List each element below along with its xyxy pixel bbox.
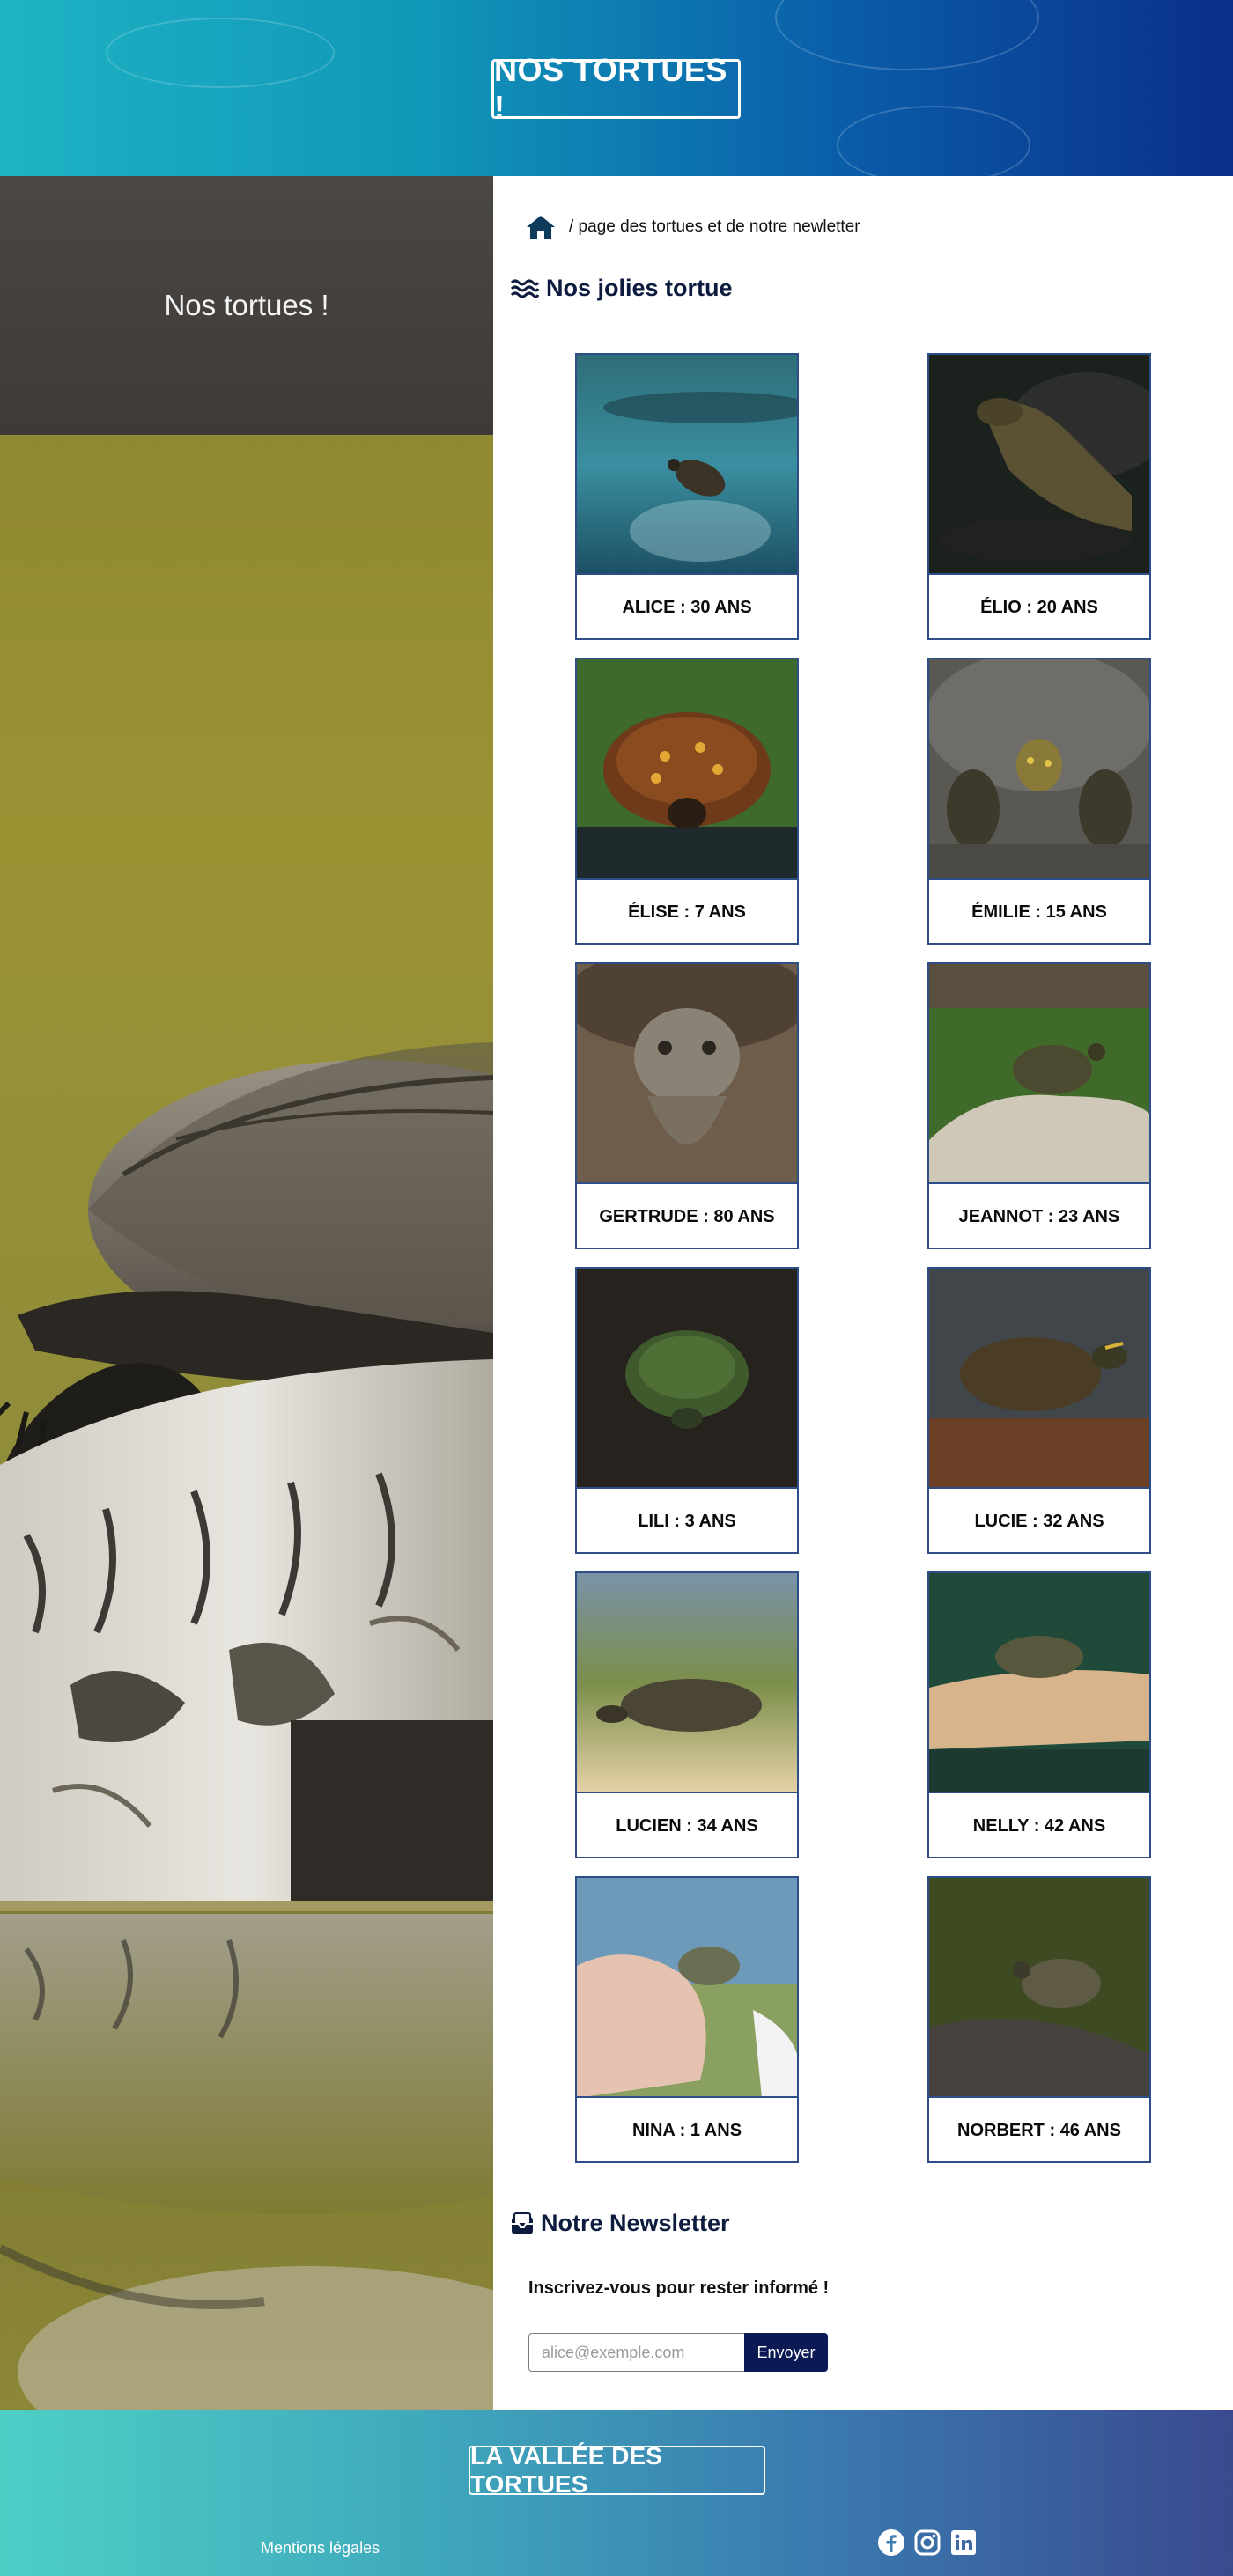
linkedin-icon[interactable] bbox=[949, 2528, 978, 2557]
turtle-photo bbox=[929, 1573, 1149, 1793]
turtle-card-label: JEANNOT : 23 ANS bbox=[958, 1206, 1120, 1226]
newsletter-form: Envoyer bbox=[528, 2333, 828, 2372]
turtle-card-jeannot[interactable]: JEANNOT : 23 ANS bbox=[927, 962, 1151, 1249]
site-title: NOS TORTUES ! bbox=[491, 52, 741, 125]
turtles-section-title: Nos jolies tortue bbox=[511, 275, 733, 302]
turtle-on-log-illustration bbox=[0, 1042, 493, 2410]
facebook-icon[interactable] bbox=[877, 2528, 905, 2557]
turtle-photo bbox=[577, 1878, 797, 2098]
turtle-photo bbox=[929, 659, 1149, 880]
water-ripple bbox=[837, 106, 1030, 176]
turtle-card-label: NINA : 1 ANS bbox=[631, 2120, 742, 2140]
turtle-card-label: NORBERT : 46 ANS bbox=[957, 2120, 1121, 2140]
breadcrumb-text: / page des tortues et de notre newletter bbox=[569, 217, 860, 236]
turtle-card-lili[interactable]: LILI : 3 ANS bbox=[575, 1267, 799, 1554]
footer-title: LA VALLÉE DES TORTUES bbox=[469, 2442, 765, 2498]
turtle-card-label: ÉMILIE : 15 ANS bbox=[971, 902, 1107, 922]
home-icon[interactable] bbox=[525, 214, 557, 240]
turtle-card-lucie[interactable]: LUCIE : 32 ANS bbox=[927, 1267, 1151, 1554]
page-header: NOS TORTUES ! bbox=[0, 0, 1233, 176]
turtles-section-title-text: Nos jolies tortue bbox=[546, 275, 733, 301]
newsletter-text: Inscrivez-vous pour rester informé ! bbox=[528, 2278, 830, 2298]
turtle-photo bbox=[577, 355, 797, 575]
left-banner-title: Nos tortues ! bbox=[164, 289, 329, 321]
turtle-card-label: LUCIE : 32 ANS bbox=[974, 1511, 1104, 1531]
turtle-photo bbox=[577, 1269, 797, 1489]
turtle-card-label: NELLY : 42 ANS bbox=[972, 1815, 1106, 1836]
email-field[interactable] bbox=[528, 2333, 744, 2372]
turtle-card-lucien[interactable]: LUCIEN : 34 ANS bbox=[575, 1571, 799, 1858]
turtle-card-label: ALICE : 30 ANS bbox=[622, 597, 752, 617]
social-links bbox=[877, 2528, 978, 2557]
turtle-card-norbert[interactable]: NORBERT : 46 ANS bbox=[927, 1876, 1151, 2163]
newsletter-section-title: Notre Newsletter bbox=[511, 2210, 730, 2237]
turtle-card-emilie[interactable]: ÉMILIE : 15 ANS bbox=[927, 658, 1151, 945]
turtle-card-alice[interactable]: ALICE : 30 ANS bbox=[575, 353, 799, 640]
turtle-photo bbox=[577, 964, 797, 1184]
turtle-photo bbox=[577, 659, 797, 880]
legal-notice-link[interactable]: Mentions légales bbox=[261, 2539, 380, 2558]
turtle-card-label: LILI : 3 ANS bbox=[638, 1511, 736, 1531]
waves-icon bbox=[511, 279, 539, 298]
turtle-card-label: GERTRUDE : 80 ANS bbox=[599, 1206, 775, 1226]
turtle-card-gertrude[interactable]: GERTRUDE : 80 ANS bbox=[575, 962, 799, 1249]
send-button[interactable]: Envoyer bbox=[744, 2333, 828, 2372]
left-column: Nos tortues ! bbox=[0, 176, 493, 2410]
turtle-photo bbox=[929, 1269, 1149, 1489]
turtle-photo bbox=[577, 1573, 797, 1793]
turtle-photo bbox=[929, 964, 1149, 1184]
turtle-card-nina[interactable]: NINA : 1 ANS bbox=[575, 1876, 799, 2163]
breadcrumb: / page des tortues et de notre newletter bbox=[525, 211, 860, 243]
newsletter-title-text: Notre Newsletter bbox=[541, 2210, 730, 2236]
turtle-card-nelly[interactable]: NELLY : 42 ANS bbox=[927, 1571, 1151, 1858]
mailbox-icon bbox=[512, 2212, 533, 2234]
left-banner: Nos tortues ! bbox=[0, 176, 493, 435]
turtle-photo bbox=[929, 1878, 1149, 2098]
instagram-icon[interactable] bbox=[913, 2528, 941, 2557]
turtle-card-label: LUCIEN : 34 ANS bbox=[616, 1815, 758, 1836]
turtle-photo bbox=[929, 355, 1149, 575]
turtle-card-label: ÉLIO : 20 ANS bbox=[980, 597, 1098, 617]
water-ripple bbox=[106, 18, 335, 88]
water-ripple bbox=[775, 0, 1039, 70]
turtle-card-label: ÉLISE : 7 ANS bbox=[628, 902, 746, 922]
turtle-card-elise[interactable]: ÉLISE : 7 ANS bbox=[575, 658, 799, 945]
main-content: / page des tortues et de notre newletter… bbox=[493, 176, 1233, 2410]
page-footer: LA VALLÉE DES TORTUES Mentions légales bbox=[0, 2410, 1233, 2576]
turtle-card-elio[interactable]: ÉLIO : 20 ANS bbox=[927, 353, 1151, 640]
turtle-on-log-photo bbox=[0, 435, 493, 2410]
